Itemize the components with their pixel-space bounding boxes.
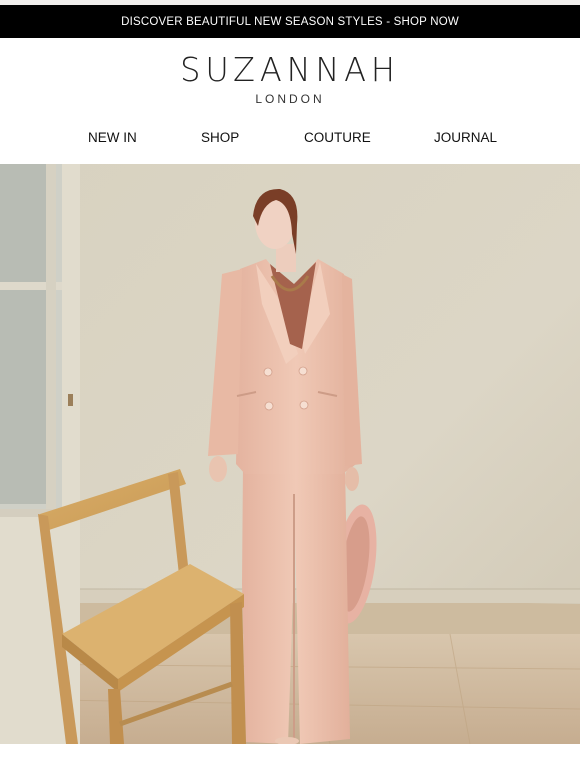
promo-banner[interactable]: DISCOVER BEAUTIFUL NEW SEASON STYLES - S… [0,5,580,38]
brand-name: SUZANNAH [180,50,400,89]
nav-item-couture[interactable]: COUTURE [304,130,371,145]
main-nav: NEW IN SHOP COUTURE JOURNAL [0,130,580,154]
nav-item-new-in[interactable]: NEW IN [88,130,137,145]
footer-spacer [0,744,580,774]
nav-item-journal[interactable]: JOURNAL [434,130,497,145]
nav-item-shop[interactable]: SHOP [201,130,239,145]
brand-location: LONDON [255,92,325,106]
hero-image[interactable] [0,164,580,744]
promo-text[interactable]: DISCOVER BEAUTIFUL NEW SEASON STYLES - S… [121,16,459,28]
brand-logo[interactable]: SUZANNAH LONDON [0,50,580,107]
